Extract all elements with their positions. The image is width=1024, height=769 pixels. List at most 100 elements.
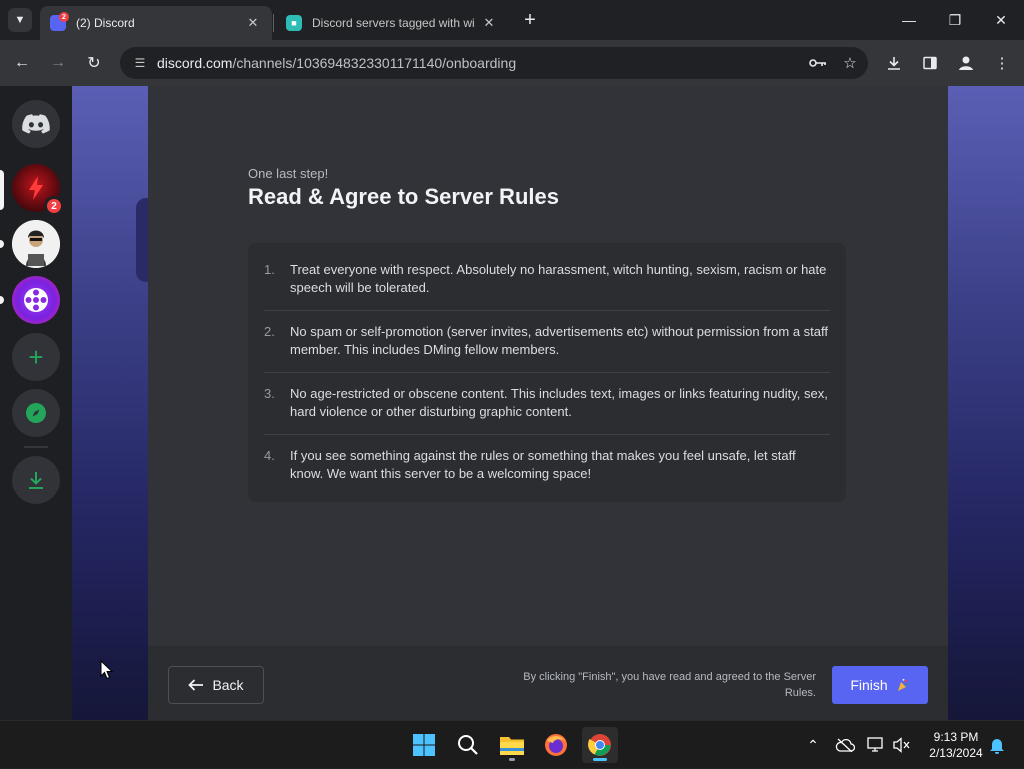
tab-discord[interactable]: 2 (2) Discord ✕ bbox=[40, 6, 272, 40]
chrome-icon bbox=[588, 734, 611, 756]
mouse-cursor-icon bbox=[100, 660, 114, 680]
search-icon bbox=[458, 735, 478, 755]
clock-date: 2/13/2024 bbox=[929, 746, 983, 760]
notifications-bell-icon[interactable] bbox=[986, 721, 1008, 769]
back-button[interactable]: Back bbox=[168, 666, 264, 704]
url-text[interactable]: discord.com/channels/1036948323301171140… bbox=[157, 55, 804, 71]
url-domain: discord.com bbox=[157, 55, 233, 71]
arrow-left-icon: ← bbox=[14, 54, 30, 71]
step-label: One last step! bbox=[248, 166, 329, 181]
rule-item: 2. No spam or self-promotion (server inv… bbox=[264, 311, 830, 373]
taskbar-clock[interactable]: 9:13 PM 2/13/2024 bbox=[916, 729, 996, 761]
rule-number: 3. bbox=[264, 386, 275, 401]
running-indicator bbox=[509, 758, 515, 761]
active-app-indicator bbox=[593, 758, 607, 761]
browser-tab-bar: ▼ 2 (2) Discord ✕ ■ Discord servers tagg… bbox=[0, 0, 1024, 40]
tab-title: Discord servers tagged with wi bbox=[312, 16, 475, 30]
taskbar-search-button[interactable] bbox=[450, 727, 486, 763]
chrome-button[interactable] bbox=[582, 727, 618, 763]
windows-taskbar: ⌃ 9:13 PM 2/13/2024 bbox=[0, 720, 1024, 768]
add-server-button[interactable]: + bbox=[12, 333, 60, 381]
rule-text: No spam or self-promotion (server invite… bbox=[290, 324, 829, 357]
bookmark-star-icon[interactable]: ☆ bbox=[836, 49, 864, 77]
downloads-icon[interactable] bbox=[880, 49, 908, 77]
rule-text: Treat everyone with respect. Absolutely … bbox=[290, 262, 827, 295]
clock-time: 9:13 PM bbox=[933, 730, 979, 744]
firefox-icon bbox=[545, 734, 567, 756]
rule-number: 1. bbox=[264, 262, 275, 277]
discord-home-button[interactable] bbox=[12, 100, 60, 148]
download-apps-button[interactable] bbox=[12, 456, 60, 504]
unread-indicator bbox=[0, 296, 4, 304]
onedrive-status-icon[interactable] bbox=[832, 721, 858, 769]
page-title: Read & Agree to Server Rules bbox=[248, 184, 559, 209]
lightning-icon bbox=[29, 176, 43, 200]
disboard-favicon-icon: ■ bbox=[286, 15, 302, 31]
profile-icon[interactable] bbox=[952, 49, 980, 77]
server-list: 2 + bbox=[0, 86, 72, 720]
tab-title: (2) Discord bbox=[76, 16, 135, 30]
onboarding-rules-modal: One last step! Read & Agree to Server Ru… bbox=[148, 86, 948, 720]
new-tab-button[interactable]: + bbox=[518, 8, 542, 32]
forward-nav-button[interactable]: → bbox=[44, 49, 72, 77]
password-key-icon[interactable] bbox=[804, 49, 832, 77]
browser-toolbar: ← → ↻ ☰ discord.com/channels/10369483233… bbox=[0, 40, 1024, 86]
show-hidden-icons-button[interactable]: ⌃ bbox=[802, 721, 824, 769]
rule-item: 1. Treat everyone with respect. Absolute… bbox=[264, 249, 830, 311]
finish-button[interactable]: Finish bbox=[832, 666, 928, 704]
download-icon bbox=[29, 472, 43, 489]
back-button-label: Back bbox=[212, 677, 244, 693]
kebab-menu-icon[interactable]: ⋮ bbox=[988, 49, 1016, 77]
server-icon-film[interactable] bbox=[12, 276, 60, 324]
side-panel-icon[interactable] bbox=[916, 49, 944, 77]
discord-logo-icon bbox=[22, 114, 50, 134]
rule-number: 4. bbox=[264, 448, 275, 463]
favicon-badge: 2 bbox=[59, 12, 69, 22]
site-info-icon[interactable]: ☰ bbox=[130, 56, 150, 70]
server-icon-red[interactable]: 2 bbox=[12, 164, 64, 216]
restore-button[interactable]: ❐ bbox=[932, 0, 978, 40]
avatar-figure-icon bbox=[12, 220, 60, 268]
compass-icon bbox=[26, 403, 46, 423]
server-icon-avatar[interactable] bbox=[12, 220, 60, 268]
unread-indicator bbox=[0, 240, 4, 248]
plus-icon: + bbox=[28, 342, 44, 372]
rule-number: 2. bbox=[264, 324, 275, 339]
rule-item: 4. If you see something against the rule… bbox=[264, 435, 830, 496]
film-reel-icon bbox=[24, 288, 48, 312]
rule-item: 3. No age-restricted or obscene content.… bbox=[264, 373, 830, 435]
page-viewport: 2 + One last step! Read & Agree to Serve… bbox=[0, 86, 1024, 720]
tab-search-button[interactable]: ▼ bbox=[8, 8, 32, 32]
file-explorer-button[interactable] bbox=[494, 727, 530, 763]
party-popper-icon bbox=[897, 678, 909, 691]
address-bar[interactable]: ☰ discord.com/channels/10369483233011711… bbox=[120, 47, 868, 79]
reload-icon: ↻ bbox=[87, 55, 101, 72]
minimize-button[interactable]: — bbox=[886, 0, 932, 40]
rules-list: 1. Treat everyone with respect. Absolute… bbox=[248, 243, 846, 502]
finish-disclaimer: By clicking "Finish", you have read and … bbox=[523, 671, 816, 699]
discord-favicon-icon: 2 bbox=[50, 12, 69, 31]
rule-text: If you see something against the rules o… bbox=[290, 448, 796, 481]
back-nav-button[interactable]: ← bbox=[8, 49, 36, 77]
url-path: /channels/1036948323301171140/onboarding bbox=[232, 55, 517, 71]
tab-close-icon[interactable]: ✕ bbox=[480, 14, 498, 32]
start-button[interactable] bbox=[406, 727, 442, 763]
tab-separator bbox=[273, 14, 274, 32]
arrow-left-icon bbox=[188, 679, 204, 691]
server-list-divider bbox=[24, 446, 48, 448]
folder-icon bbox=[500, 737, 524, 755]
tab-discord-servers[interactable]: ■ Discord servers tagged with wi ✕ bbox=[276, 6, 508, 40]
selected-server-indicator bbox=[0, 170, 4, 210]
chevron-up-icon: ⌃ bbox=[807, 736, 819, 753]
finish-button-label: Finish bbox=[850, 677, 888, 693]
reload-button[interactable]: ↻ bbox=[80, 49, 108, 77]
explore-servers-button[interactable] bbox=[12, 389, 60, 437]
network-icon[interactable] bbox=[864, 721, 888, 769]
chevron-down-icon: ▼ bbox=[14, 14, 26, 26]
firefox-button[interactable] bbox=[538, 727, 574, 763]
close-window-button[interactable]: ✕ bbox=[978, 0, 1024, 40]
tab-close-icon[interactable]: ✕ bbox=[244, 14, 262, 32]
volume-muted-icon[interactable] bbox=[890, 721, 914, 769]
rule-text: No age-restricted or obscene content. Th… bbox=[290, 386, 828, 419]
windows-logo-icon bbox=[413, 734, 435, 756]
